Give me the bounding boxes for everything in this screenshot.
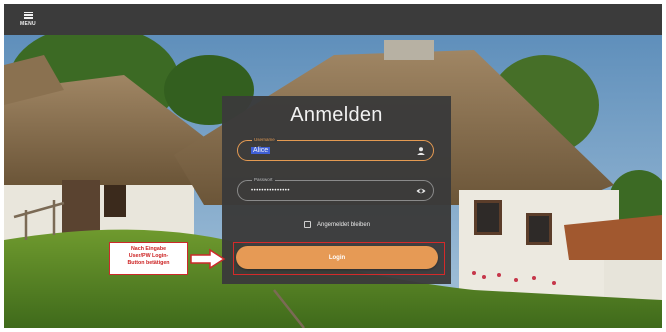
username-value: Alice	[251, 147, 271, 154]
menu-button[interactable]: MENU	[14, 7, 42, 31]
login-title: Anmelden	[290, 104, 383, 126]
username-label: Username	[252, 137, 277, 143]
instruction-callout: Nach Eingabe User/PW Login- Button betät…	[109, 242, 188, 275]
top-bar: MENU	[4, 4, 662, 35]
arrow-right-icon	[190, 248, 226, 270]
login-card: Anmelden Username Alice Passwort •••••••…	[222, 96, 451, 284]
menu-label: MENU	[20, 20, 36, 27]
password-label: Passwort	[252, 177, 275, 183]
hamburger-icon	[23, 11, 33, 19]
app-frame: MENU Anmelden Username Alice Passwort ••…	[4, 4, 662, 328]
password-value: •••••••••••••••	[251, 188, 291, 194]
callout-line-1: Nach Eingabe	[130, 246, 167, 252]
login-button[interactable]: Login	[236, 246, 438, 269]
remember-checkbox[interactable]	[304, 221, 311, 228]
callout-line-2: User/PW Login-	[128, 253, 169, 259]
user-icon	[417, 147, 425, 155]
callout-line-3: Button betätigen	[127, 260, 170, 266]
username-field[interactable]: Username Alice	[237, 137, 434, 161]
password-field[interactable]: Passwort •••••••••••••••	[237, 177, 434, 201]
remember-label: Angemeldet bleiben	[317, 221, 371, 228]
eye-icon[interactable]	[416, 186, 426, 196]
remember-me[interactable]: Angemeldet bleiben	[304, 221, 370, 228]
